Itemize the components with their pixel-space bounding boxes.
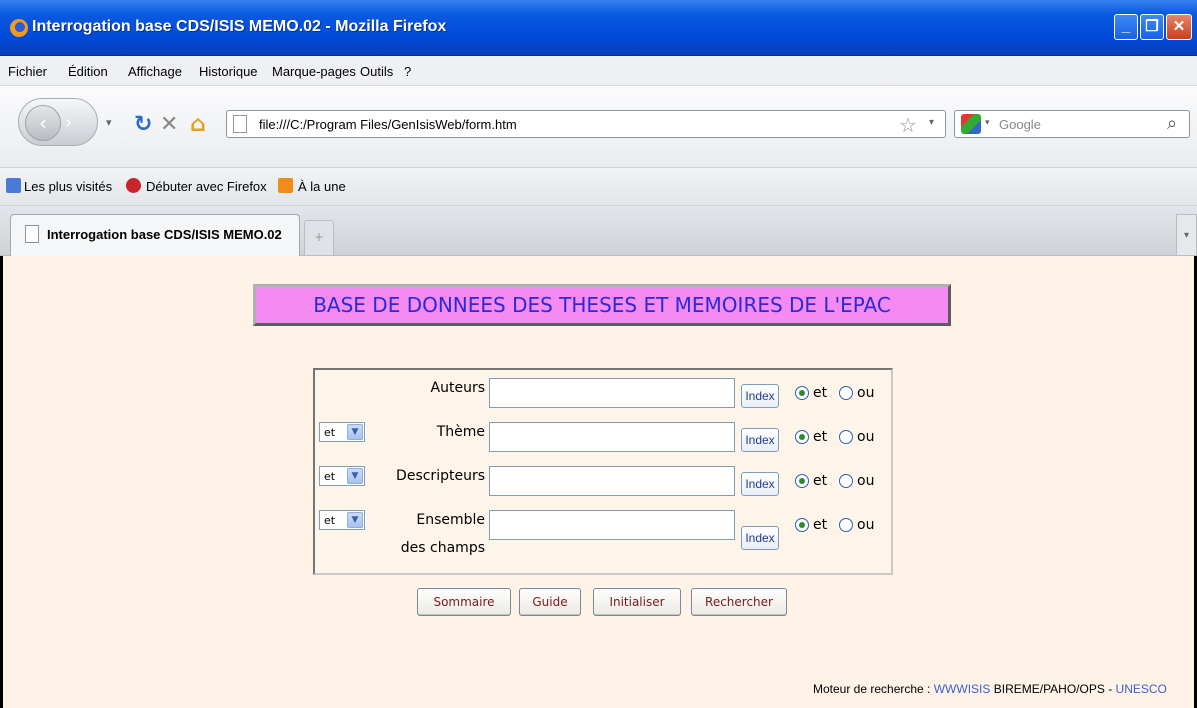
bookmark-getting-started[interactable]: Débuter avec Firefox xyxy=(146,179,267,194)
all-fields-radio-ou[interactable] xyxy=(839,518,853,532)
all-fields-radio-et[interactable] xyxy=(795,518,809,532)
theme-index-button[interactable]: Index xyxy=(741,428,779,452)
menu-fichier[interactable]: Fichier xyxy=(8,64,47,79)
page-icon xyxy=(233,115,247,133)
all-fields-operator-select[interactable]: et ▼ xyxy=(319,510,365,530)
firefox-logo-icon xyxy=(10,19,28,37)
bookmark-most-visited[interactable]: Les plus visités xyxy=(24,179,112,194)
authors-radio-ou[interactable] xyxy=(839,386,853,400)
most-visited-icon xyxy=(6,178,21,193)
radio-label-ou: ou xyxy=(857,473,875,489)
chevron-down-icon[interactable]: ▼ xyxy=(347,512,363,528)
descriptors-operator-select[interactable]: et ▼ xyxy=(319,466,365,486)
maximize-button[interactable]: ❐ xyxy=(1140,14,1164,40)
field-label-all-fields-line2: des champs xyxy=(400,540,485,556)
page-icon xyxy=(25,225,39,243)
theme-input[interactable] xyxy=(489,422,735,452)
new-tab-button[interactable]: + xyxy=(304,220,334,256)
descriptors-radio-ou[interactable] xyxy=(839,474,853,488)
footer-unesco-link[interactable]: UNESCO xyxy=(1116,682,1167,696)
all-fields-input[interactable] xyxy=(489,510,735,540)
select-value: et xyxy=(324,426,336,439)
menu-marque-pages[interactable]: Marque-pages xyxy=(272,64,356,79)
google-engine-icon[interactable] xyxy=(961,114,981,134)
select-value: et xyxy=(324,470,336,483)
tab-bar: Interrogation base CDS/ISIS MEMO.02 + ▾ xyxy=(0,206,1197,256)
tab-active[interactable]: Interrogation base CDS/ISIS MEMO.02 xyxy=(10,214,300,256)
theme-operator-select[interactable]: et ▼ xyxy=(319,422,365,442)
descriptors-index-button[interactable]: Index xyxy=(741,472,779,496)
reload-icon[interactable]: ↻ xyxy=(134,112,152,137)
search-box[interactable]: ▾ Google ⌕ xyxy=(954,110,1190,138)
footer-org: BIREME/PAHO/OPS - xyxy=(990,682,1116,696)
field-row-descriptors: et ▼ Descripteurs Index et ou xyxy=(315,466,891,506)
bookmarks-toolbar: Les plus visités Débuter avec Firefox À … xyxy=(0,168,1197,206)
field-label-all-fields-line1: Ensemble xyxy=(416,512,485,528)
authors-radio-et[interactable] xyxy=(795,386,809,400)
page-banner: BASE DE DONNEES DES THESES ET MEMOIRES D… xyxy=(253,284,951,326)
chevron-down-icon[interactable]: ▼ xyxy=(347,468,363,484)
menu-bar: Fichier Édition Affichage Historique Mar… xyxy=(0,56,1197,86)
field-label-theme: Thème xyxy=(436,424,485,440)
authors-input[interactable] xyxy=(489,378,735,408)
select-value: et xyxy=(324,514,336,527)
url-dropdown-icon[interactable]: ▾ xyxy=(929,117,934,128)
navigation-toolbar: ‹ › ▾ ↻ ✕ ⌂ file:///C:/Program Files/Gen… xyxy=(0,86,1197,168)
field-row-theme: et ▼ Thème Index et ou xyxy=(315,422,891,462)
page-footer: Moteur de recherche : WWWISIS BIREME/PAH… xyxy=(813,682,1167,696)
address-bar[interactable]: file:///C:/Program Files/GenIsisWeb/form… xyxy=(226,110,946,138)
back-forward-group: ‹ › xyxy=(18,98,98,146)
window-titlebar: Interrogation base CDS/ISIS MEMO.02 - Mo… xyxy=(0,0,1197,56)
field-row-authors: Auteurs Index et ou xyxy=(315,378,891,418)
menu-outils[interactable]: Outils xyxy=(360,64,393,79)
radio-label-ou: ou xyxy=(857,429,875,445)
tab-list-dropdown-icon[interactable]: ▾ xyxy=(1176,214,1197,256)
search-icon[interactable]: ⌕ xyxy=(1167,113,1177,134)
page-content: BASE DE DONNEES DES THESES ET MEMOIRES D… xyxy=(0,256,1197,708)
menu-edition[interactable]: Édition xyxy=(68,64,108,79)
home-icon[interactable]: ⌂ xyxy=(190,112,206,137)
stop-icon[interactable]: ✕ xyxy=(160,112,178,137)
descriptors-input[interactable] xyxy=(489,466,735,496)
guide-button[interactable]: Guide xyxy=(519,588,581,616)
address-url[interactable]: file:///C:/Program Files/GenIsisWeb/form… xyxy=(259,117,517,132)
footer-engine-link[interactable]: WWWISIS xyxy=(934,682,991,696)
footer-prefix: Moteur de recherche : xyxy=(813,682,934,696)
bookmark-star-icon[interactable]: ☆ xyxy=(899,113,917,137)
search-button[interactable]: Rechercher xyxy=(691,588,787,616)
all-fields-index-button[interactable]: Index xyxy=(741,526,779,550)
search-form: Auteurs Index et ou et ▼ Thème Index et … xyxy=(313,368,893,575)
window-title: Interrogation base CDS/ISIS MEMO.02 - Mo… xyxy=(32,18,447,35)
getting-started-icon xyxy=(126,178,141,193)
reset-button[interactable]: Initialiser xyxy=(593,588,681,616)
radio-label-ou: ou xyxy=(857,517,875,533)
theme-radio-et[interactable] xyxy=(795,430,809,444)
minimize-button[interactable]: _ xyxy=(1114,14,1138,40)
bookmark-headlines[interactable]: À la une xyxy=(298,179,346,194)
menu-historique[interactable]: Historique xyxy=(199,64,258,79)
history-dropdown-icon[interactable]: ▾ xyxy=(106,116,112,129)
field-row-all-fields: et ▼ Ensemble des champs Index et ou xyxy=(315,510,891,570)
summary-button[interactable]: Sommaire xyxy=(417,588,511,616)
field-label-descriptors: Descripteurs xyxy=(396,468,485,484)
radio-label-ou: ou xyxy=(857,385,875,401)
authors-index-button[interactable]: Index xyxy=(741,384,779,408)
back-arrow-icon[interactable]: ‹ xyxy=(25,105,61,141)
radio-label-et: et xyxy=(813,517,828,533)
menu-help[interactable]: ? xyxy=(404,64,411,79)
close-button[interactable]: ✕ xyxy=(1166,14,1192,40)
chevron-down-icon[interactable]: ▼ xyxy=(347,424,363,440)
field-label-authors: Auteurs xyxy=(430,380,485,396)
descriptors-radio-et[interactable] xyxy=(795,474,809,488)
theme-radio-ou[interactable] xyxy=(839,430,853,444)
engine-dropdown-icon[interactable]: ▾ xyxy=(985,118,990,128)
radio-label-et: et xyxy=(813,473,828,489)
radio-label-et: et xyxy=(813,385,828,401)
tab-title: Interrogation base CDS/ISIS MEMO.02 xyxy=(47,227,282,242)
menu-affichage[interactable]: Affichage xyxy=(128,64,182,79)
radio-label-et: et xyxy=(813,429,828,445)
rss-feed-icon xyxy=(278,178,293,193)
search-placeholder[interactable]: Google xyxy=(999,117,1041,132)
forward-arrow-icon[interactable]: › xyxy=(65,112,72,133)
